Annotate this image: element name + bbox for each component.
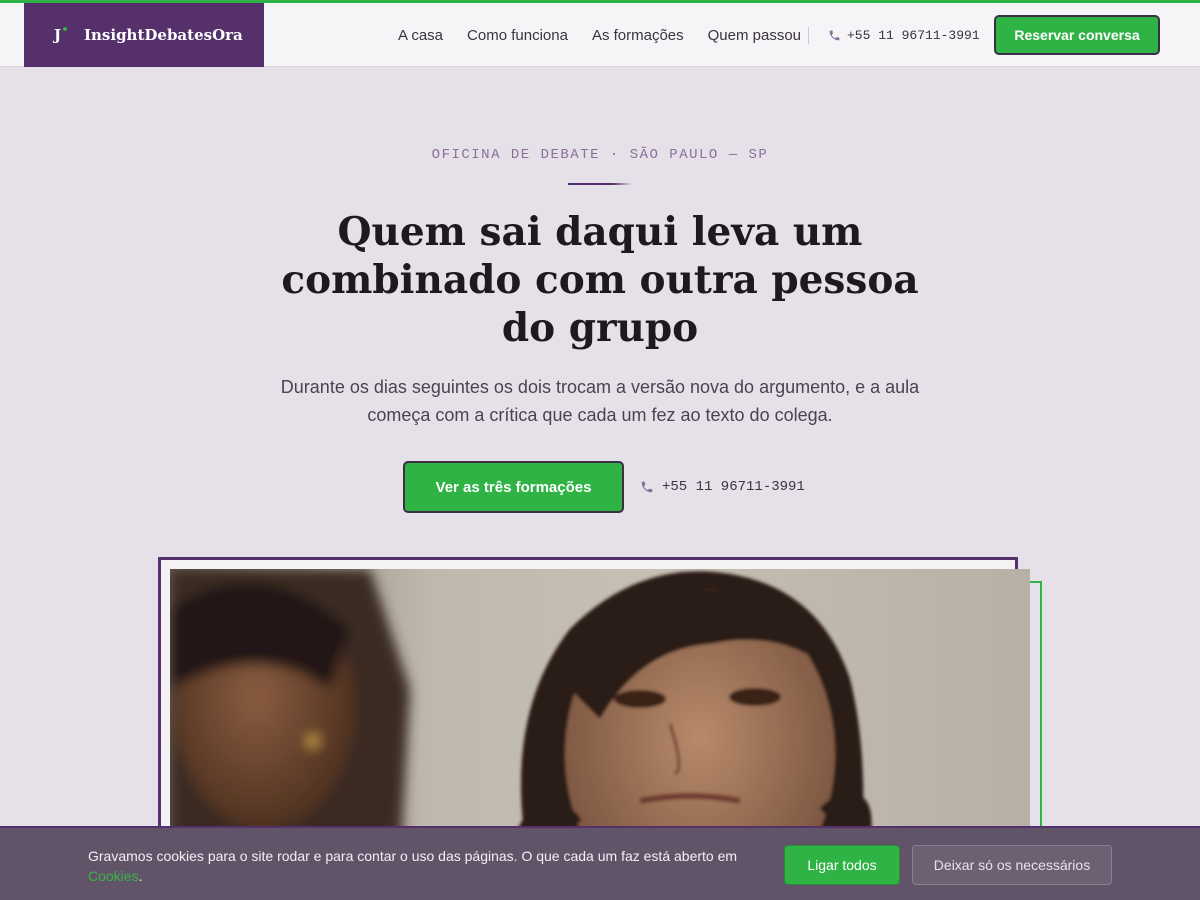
hero-photo [170, 569, 1030, 869]
nav-item-alumni[interactable]: Quem passou [708, 27, 801, 44]
brand-name: InsightDebatesOra [84, 26, 243, 44]
hero-lead: Durante os dias seguintes os dois trocam… [280, 377, 920, 425]
main-nav: A casa Como funciona As formações Quem p… [398, 3, 825, 67]
cookie-message-period: . [138, 868, 143, 884]
cookie-policy-link[interactable]: Cookies [88, 868, 139, 884]
nav-item-how-it-works[interactable]: Como funciona [467, 27, 568, 44]
phone-icon [641, 481, 653, 493]
view-formations-button[interactable]: Ver as três formações [403, 461, 624, 513]
eyebrow-rule [568, 183, 632, 185]
reserve-conversation-button[interactable]: Reservar conversa [994, 15, 1160, 55]
hero-phone-link[interactable]: +55 11 96711-3991 [640, 461, 805, 513]
cookie-message-text: Gravamos cookies para o site rodar e par… [88, 848, 738, 864]
necessary-cookies-only-button[interactable]: Deixar só os necessários [912, 845, 1112, 885]
site-header: J InsightDebatesOra A casa Como funciona… [0, 3, 1200, 67]
nav-divider [808, 27, 809, 44]
brand-logo[interactable]: J InsightDebatesOra [24, 3, 264, 67]
nav-item-home[interactable]: A casa [398, 27, 443, 44]
header-phone-number: +55 11 96711-3991 [847, 27, 980, 43]
hero-photo-illustration [170, 569, 872, 869]
hero-phone-number: +55 11 96711-3991 [662, 479, 805, 495]
accept-all-cookies-button[interactable]: Ligar todos [784, 845, 900, 885]
brand-mark-icon: J [54, 26, 68, 44]
phone-icon [829, 30, 840, 40]
hero-title: Quem sai daqui leva um combinado com out… [281, 209, 919, 351]
cookie-message: Gravamos cookies para o site rodar e par… [88, 846, 768, 886]
hero-eyebrow: OFICINA DE DEBATE · SÃO PAULO — SP [431, 147, 769, 163]
nav-item-formations[interactable]: As formações [592, 27, 684, 44]
cookie-banner: Gravamos cookies para o site rodar e par… [0, 826, 1200, 900]
header-phone-link[interactable]: +55 11 96711-3991 [828, 3, 980, 67]
